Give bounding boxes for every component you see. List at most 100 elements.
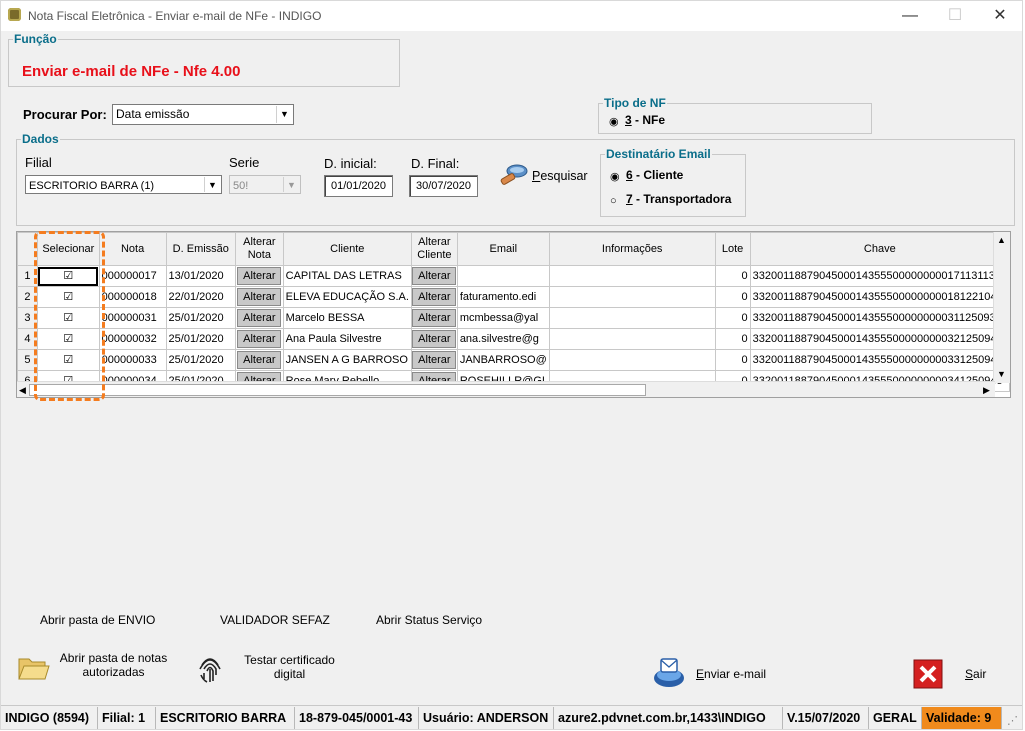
- select-checkbox[interactable]: ☑: [36, 349, 100, 371]
- cell-emissao: 25/01/2020: [165, 307, 237, 329]
- destinatario-group: Destinatário Email ◉ 6 - Cliente ○ 7 - Tra…: [600, 147, 746, 217]
- serie-select: 50! ▼: [229, 175, 301, 194]
- cell-informacoes: [548, 265, 716, 287]
- procurar-select[interactable]: Data emissão ▼: [112, 104, 294, 125]
- cell-email[interactable]: ana.silvestre@g: [456, 328, 550, 350]
- title-bar: Nota Fiscal Eletrônica - Enviar e-mail d…: [1, 1, 1022, 31]
- cell-email[interactable]: faturamento.edi: [456, 286, 550, 308]
- cell-email[interactable]: [456, 265, 550, 287]
- validador-sefaz-link[interactable]: VALIDADOR SEFAZ: [220, 613, 330, 627]
- abrir-status-servico-link[interactable]: Abrir Status Serviço: [376, 613, 482, 627]
- col-header-informacoes[interactable]: Informações: [548, 232, 716, 266]
- cell-lote: 0: [714, 349, 751, 371]
- alterar-cliente-button[interactable]: Alterar: [412, 330, 457, 348]
- close-button[interactable]: ✕: [986, 5, 1014, 27]
- select-checkbox[interactable]: ☑: [36, 328, 100, 350]
- alterar-cliente-button[interactable]: Alterar: [412, 267, 457, 285]
- radio-unselected-icon: ○: [610, 195, 617, 207]
- cell-alterar-nota: Alterar: [235, 349, 284, 371]
- table-row: 1 ☑ 000000017 13/01/2020 Alterar CAPITAL…: [17, 265, 1010, 287]
- notas-grid: Selecionar Nota D. Emissão Alterar Nota C…: [16, 231, 1011, 398]
- alterar-nota-button[interactable]: Alterar: [237, 309, 282, 327]
- enviar-email-button[interactable]: Enviar e-mail: [652, 656, 782, 690]
- col-header-email[interactable]: Email: [456, 232, 550, 266]
- dropdown-arrow-icon: ▼: [283, 177, 299, 192]
- scroll-thumb[interactable]: [29, 384, 646, 396]
- cell-emissao: 22/01/2020: [165, 286, 237, 308]
- cell-emissao: 25/01/2020: [165, 328, 237, 350]
- abrir-pasta-envio-link[interactable]: Abrir pasta de ENVIO: [40, 613, 155, 627]
- destinatario-radio-cliente[interactable]: ◉ 6 - Cliente: [610, 168, 683, 183]
- testar-certificado-button[interactable]: Testar certificado digital: [197, 651, 347, 691]
- d-final-input[interactable]: 30/07/2020: [409, 175, 478, 197]
- select-checkbox[interactable]: ☑: [36, 307, 100, 329]
- d-inicial-input[interactable]: 01/01/2020: [324, 175, 393, 197]
- fingerprint-icon: [199, 658, 221, 683]
- status-bar: INDIGO (8594) Filial: 1 ESCRITORIO BARRA…: [1, 705, 1022, 729]
- cell-chave: 3320011887904500014355500000000017113113…: [749, 265, 1010, 287]
- filial-label: Filial: [25, 155, 52, 170]
- grid-vertical-scrollbar[interactable]: ▲ ▼: [993, 232, 1010, 383]
- notas-table: Selecionar Nota D. Emissão Alterar Nota C…: [17, 232, 1010, 392]
- scroll-up-icon[interactable]: ▲: [997, 235, 1006, 245]
- cell-informacoes: [548, 349, 716, 371]
- tipo-nf-radio-nfe[interactable]: ◉ 3 - NFe: [609, 113, 665, 128]
- cell-email[interactable]: mcmbessa@yal: [456, 307, 550, 329]
- maximize-button: ☐: [947, 7, 963, 24]
- sair-button[interactable]: Sair: [913, 659, 993, 689]
- row-number: 4: [17, 328, 38, 350]
- scroll-right-icon[interactable]: ▶: [983, 385, 990, 395]
- status-servidor: azure2.pdvnet.com.br,1433\INDIGO: [554, 707, 783, 729]
- minimize-button[interactable]: —: [896, 5, 924, 27]
- scroll-down-icon[interactable]: ▼: [997, 369, 1006, 379]
- tipo-nf-legend: Tipo de NF: [604, 96, 666, 110]
- col-header-selecionar[interactable]: Selecionar: [36, 232, 100, 266]
- status-empresa: INDIGO (8594): [1, 707, 98, 729]
- cell-nota: 000000033: [98, 349, 167, 371]
- select-checkbox[interactable]: ☑: [36, 286, 100, 308]
- col-header-lote[interactable]: Lote: [714, 232, 751, 266]
- alterar-nota-button[interactable]: Alterar: [237, 267, 282, 285]
- cell-chave: 3320011887904500014355500000000018122104…: [749, 286, 1010, 308]
- destinatario-radio-transportadora[interactable]: ○ 7 - Transportadora: [610, 192, 731, 207]
- abrir-pasta-autorizadas-button[interactable]: Abrir pasta de notas autorizadas: [16, 649, 176, 689]
- pesquisar-button[interactable]: Pesquisar: [497, 161, 597, 193]
- cell-email[interactable]: JANBARROSO@: [456, 349, 550, 371]
- dropdown-arrow-icon: ▼: [276, 106, 292, 123]
- cell-chave: 3320011887904500014355500000000032125094…: [749, 328, 1010, 350]
- alterar-cliente-button[interactable]: Alterar: [412, 351, 457, 369]
- alterar-nota-button[interactable]: Alterar: [237, 288, 282, 306]
- alterar-nota-button[interactable]: Alterar: [237, 330, 282, 348]
- table-header-row: Selecionar Nota D. Emissão Alterar Nota C…: [17, 232, 1010, 266]
- status-usuario: Usuário: ANDERSON: [419, 707, 554, 729]
- col-header-alterar-cliente[interactable]: Alterar Cliente: [410, 232, 458, 266]
- cell-alterar-cliente: Alterar: [410, 328, 458, 350]
- app-window: Nota Fiscal Eletrônica - Enviar e-mail d…: [0, 0, 1023, 730]
- search-hammer-icon: [500, 164, 528, 185]
- cell-emissao: 25/01/2020: [165, 349, 237, 371]
- cell-chave: 3320011887904500014355500000000033125094…: [749, 349, 1010, 371]
- col-header-cliente[interactable]: Cliente: [282, 232, 412, 266]
- row-number: 2: [17, 286, 38, 308]
- resize-grip-icon[interactable]: ⋰: [1007, 714, 1018, 727]
- abrir-pasta-autorizadas-label: Abrir pasta de notas autorizadas: [59, 651, 168, 679]
- col-header-nota[interactable]: Nota: [98, 232, 167, 266]
- cell-alterar-cliente: Alterar: [410, 307, 458, 329]
- alterar-nota-button[interactable]: Alterar: [237, 351, 282, 369]
- table-row: 4 ☑ 000000032 25/01/2020 Alterar Ana Pau…: [17, 328, 1010, 350]
- col-header-chave[interactable]: Chave: [749, 232, 1010, 266]
- cell-alterar-nota: Alterar: [235, 265, 284, 287]
- cell-cliente: CAPITAL DAS LETRAS: [282, 265, 412, 287]
- grid-horizontal-scrollbar[interactable]: ◀ ▶: [17, 381, 995, 397]
- alterar-cliente-button[interactable]: Alterar: [412, 288, 457, 306]
- checkbox-checked-icon: ☑: [63, 354, 74, 366]
- alterar-cliente-button[interactable]: Alterar: [412, 309, 457, 327]
- col-header-emissao[interactable]: D. Emissão: [165, 232, 237, 266]
- select-checkbox[interactable]: ☑: [36, 265, 100, 287]
- row-number: 5: [17, 349, 38, 371]
- radio-selected-icon: ◉: [609, 116, 619, 128]
- col-header-alterar-nota[interactable]: Alterar Nota: [235, 232, 284, 266]
- cell-cliente: Marcelo BESSA: [282, 307, 412, 329]
- filial-select[interactable]: ESCRITORIO BARRA (1) ▼: [25, 175, 222, 194]
- scroll-left-icon[interactable]: ◀: [19, 385, 26, 395]
